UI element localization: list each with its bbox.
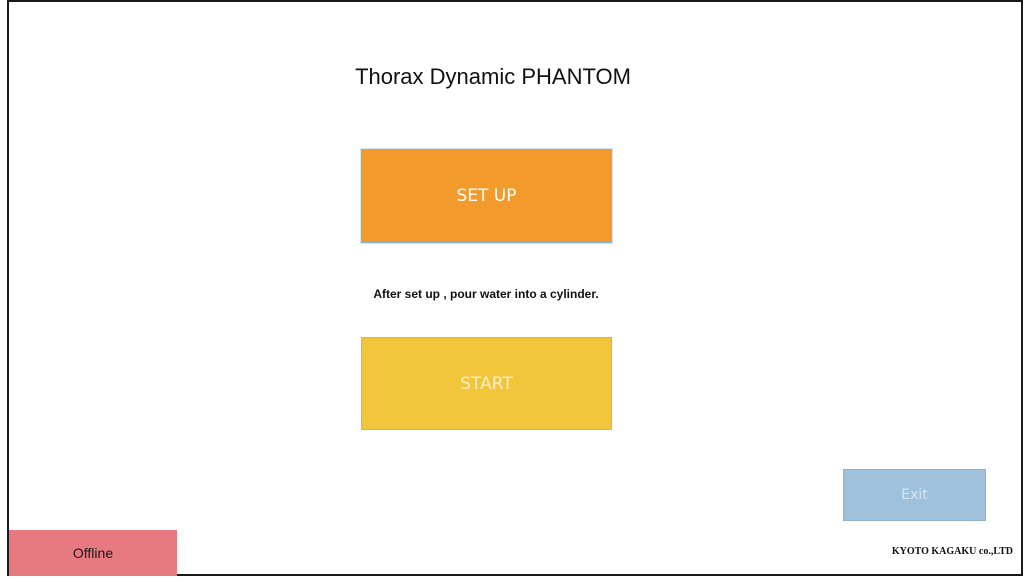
instruction-text: After set up , pour water into a cylinde… bbox=[9, 287, 1021, 301]
company-name: KYOTO KAGAKU co.,LTD bbox=[891, 546, 1013, 557]
setup-button-label: SET UP bbox=[456, 186, 517, 206]
app-window: Thorax Dynamic PHANTOM SET UP After set … bbox=[7, 0, 1023, 576]
offline-status-badge: Offline bbox=[9, 530, 177, 576]
exit-button-label: Exit bbox=[901, 487, 928, 503]
exit-button[interactable]: Exit bbox=[843, 469, 986, 521]
app-title-text: Thorax Dynamic PHANTOM bbox=[355, 64, 631, 89]
instruction-label: After set up , pour water into a cylinde… bbox=[373, 287, 599, 301]
start-button[interactable]: START bbox=[361, 337, 612, 430]
app-title: Thorax Dynamic PHANTOM bbox=[9, 64, 1021, 90]
setup-button[interactable]: SET UP bbox=[361, 149, 612, 243]
offline-status-label: Offline bbox=[72, 545, 114, 561]
start-button-label: START bbox=[460, 373, 513, 394]
